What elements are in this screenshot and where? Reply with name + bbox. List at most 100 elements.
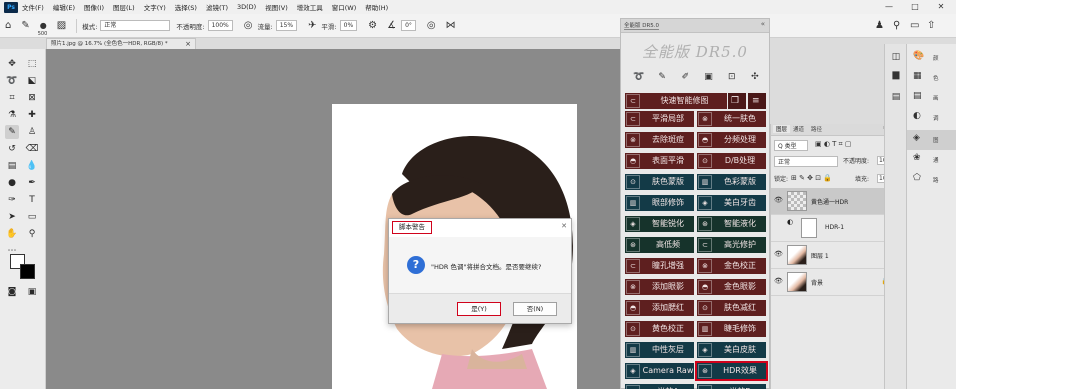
history-brush-icon[interactable]: ↺ <box>5 142 19 156</box>
gradient-icon[interactable]: ▤ <box>5 159 19 173</box>
properties-icon[interactable]: ▤ <box>889 90 903 104</box>
plugin-button[interactable]: ⊙ 肤色减红 <box>697 300 766 316</box>
layer-icon[interactable]: ▣ <box>701 72 717 82</box>
lasso-tool-icon[interactable]: ➰ <box>5 74 19 88</box>
rectangle-tool-icon[interactable]: ▭ <box>25 210 39 224</box>
quick-smart-retouch-button[interactable]: ⊂ 快速智能修图 <box>625 93 727 109</box>
search-icon[interactable]: ⚲ <box>893 20 900 31</box>
background-color-swatch[interactable] <box>20 264 35 279</box>
plugin-button[interactable]: ⊂ 平滑局部 <box>625 111 694 127</box>
menu-plugins[interactable]: 增效工具 <box>297 2 323 12</box>
plugin-button[interactable]: ⊂ 高光修护 <box>697 237 766 253</box>
quick-mask-icon[interactable]: ◙ <box>5 285 19 299</box>
plugin-button[interactable]: ⊂光效B <box>697 384 766 389</box>
pen-tool-icon[interactable]: ✑ <box>5 193 19 207</box>
eraser-icon[interactable]: ⌫ <box>25 142 39 156</box>
menu-filter[interactable]: 滤镜(T) <box>206 2 228 12</box>
plugin-button[interactable]: ⊙ D/B处理 <box>697 153 766 169</box>
pressure-size-icon[interactable]: ◎ <box>427 20 436 31</box>
move-tool-icon[interactable]: ✥ <box>5 57 19 71</box>
no-button[interactable]: 否(N) <box>513 302 557 316</box>
menu-type[interactable]: 文字(Y) <box>144 2 166 12</box>
document-tab[interactable]: 照片1.jpg @ 16.7% (全色色一HDR, RGB/8) * × <box>46 38 196 49</box>
hand-tool-icon[interactable]: ✋ <box>5 227 19 241</box>
layer-row[interactable]: 👁 黄色通一HDR <box>771 188 898 215</box>
brush-settings-icon[interactable]: ▨ <box>57 20 66 31</box>
menu-image[interactable]: 图像(I) <box>84 2 104 12</box>
frame-tool-icon[interactable]: ⊠ <box>25 91 39 105</box>
lasso-icon[interactable]: ➰ <box>631 72 647 82</box>
plugin-button[interactable]: ▥ 色彩蒙版 <box>697 174 766 190</box>
plugin-button[interactable]: ⊗ 去除斑痘 <box>625 132 694 148</box>
clone-stamp-icon[interactable]: ♙ <box>25 125 39 139</box>
maximize-button[interactable]: □ <box>902 1 928 13</box>
dock-adjustments[interactable]: ◐ 调 <box>907 108 956 128</box>
dock-layers[interactable]: ◈ 图 <box>907 130 956 150</box>
share-icon[interactable]: ⇧ <box>927 20 935 31</box>
home-icon[interactable]: ⌂ <box>5 20 11 31</box>
plugin-button[interactable]: ◈ 智能锐化 <box>625 216 694 232</box>
tab-channels[interactable]: 通道 <box>793 125 804 133</box>
plugin-menu-button[interactable]: ≡ <box>748 93 766 109</box>
blend-mode-select[interactable]: 正常 <box>774 156 838 167</box>
menu-view[interactable]: 视图(V) <box>265 2 288 12</box>
crop-icon[interactable]: ⊡ <box>724 72 740 82</box>
visibility-eye-icon[interactable]: 👁 <box>774 196 783 204</box>
plugin-button[interactable]: ◓ 添加腮红 <box>625 300 694 316</box>
marquee-tool-icon[interactable]: ⬚ <box>25 57 39 71</box>
screen-mode-icon[interactable]: ▣ <box>25 285 39 299</box>
opacity-input[interactable]: 100% <box>207 20 233 31</box>
plugin-button[interactable]: ▥ 中性灰层 <box>625 342 694 358</box>
symmetry-icon[interactable]: ⋈ <box>446 20 456 31</box>
menu-window[interactable]: 窗口(W) <box>332 2 357 12</box>
workspace-icon[interactable]: ▭ <box>910 20 919 31</box>
smooth-input[interactable]: 0% <box>339 20 358 31</box>
layers-shortcut-button[interactable]: ❐ <box>728 93 746 109</box>
plugin-button[interactable]: ⊗ 统一肤色 <box>697 111 766 127</box>
plugin-button[interactable]: ◓ 金色眼影 <box>697 279 766 295</box>
zoom-tool-icon[interactable]: ⚲ <box>25 227 39 241</box>
yes-button[interactable]: 是(Y) <box>457 302 501 316</box>
plugin-button[interactable]: ⊛ HDR效果 <box>695 361 768 381</box>
airbrush-icon[interactable]: ✈ <box>308 20 316 31</box>
layer-row[interactable]: ◐ HDR-1 <box>771 215 898 242</box>
plugin-button[interactable]: ⊂ 瞳孔增强 <box>625 258 694 274</box>
plugin-button[interactable]: ◈ 美白皮肤 <box>697 342 766 358</box>
menu-layer[interactable]: 图层(L) <box>113 2 135 12</box>
tab-paths[interactable]: 路径 <box>811 125 822 133</box>
layer-row[interactable]: 👁 背景 🔒 <box>771 269 898 296</box>
flow-input[interactable]: 15% <box>275 20 298 31</box>
pressure-opacity-icon[interactable]: ◎ <box>244 20 253 31</box>
plugin-collapse-icon[interactable]: « <box>761 20 765 28</box>
dock-swatches[interactable]: ▦ 色 <box>907 68 956 88</box>
mode-select[interactable]: 正常 <box>100 20 171 31</box>
shortcut-icon[interactable]: ✣ <box>747 72 763 82</box>
plugin-button[interactable]: ⊛ 高低频 <box>625 237 694 253</box>
path-select-icon[interactable]: ➤ <box>5 210 19 224</box>
plugin-button[interactable]: ⊛ 智能液化 <box>697 216 766 232</box>
healing-brush-icon[interactable]: ✚ <box>25 108 39 122</box>
visibility-eye-icon[interactable]: 👁 <box>774 277 783 285</box>
close-tab-icon[interactable]: × <box>185 39 191 49</box>
learn-icon[interactable]: ♟ <box>875 20 884 31</box>
menu-3d[interactable]: 3D(D) <box>237 3 256 11</box>
brush-tool-icon[interactable]: ✎ <box>5 125 19 139</box>
dock-color[interactable]: 🎨 颜 <box>907 48 956 68</box>
pen-icon[interactable]: ✒ <box>25 176 39 190</box>
history-icon[interactable]: ◫ <box>889 50 903 64</box>
dock-brushes[interactable]: ▤ 画 <box>907 88 956 108</box>
lock-icons[interactable]: ⊞ ✎ ✥ ⊡ 🔒 <box>791 174 832 182</box>
brush-tool-icon[interactable]: ✎ <box>21 20 29 31</box>
menu-select[interactable]: 选择(S) <box>175 2 197 12</box>
plugin-button[interactable]: ⊗ 金色校正 <box>697 258 766 274</box>
tab-layers[interactable]: 图层 <box>773 125 791 133</box>
plugin-button[interactable]: ▥ 眼部修饰 <box>625 195 694 211</box>
angle-input[interactable]: 0° <box>401 20 416 31</box>
crop-tool-icon[interactable]: ⌗ <box>5 91 19 105</box>
menu-file[interactable]: 文件(F) <box>22 2 44 12</box>
gear-icon[interactable]: ⚙ <box>368 20 377 31</box>
plugin-button[interactable]: ▥ 睫毛修饰 <box>697 321 766 337</box>
brush-icon[interactable]: ✎ <box>654 72 670 82</box>
menu-edit[interactable]: 编辑(E) <box>53 2 75 12</box>
dock-channels[interactable]: ❀ 通 <box>907 150 956 170</box>
